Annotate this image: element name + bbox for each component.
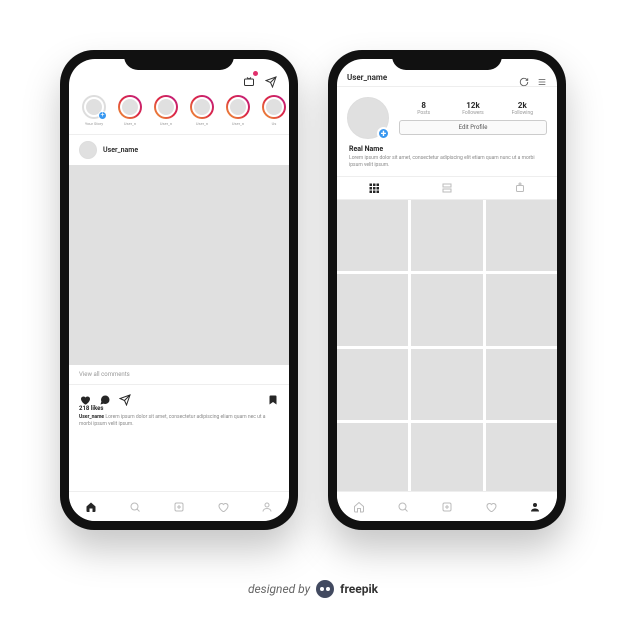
grid-post[interactable] xyxy=(486,274,557,345)
stat-label: Followers xyxy=(448,110,497,116)
share-icon[interactable] xyxy=(119,391,131,403)
grid-post[interactable] xyxy=(486,349,557,420)
bottom-tabbar xyxy=(69,491,289,521)
stat-number: 12k xyxy=(448,101,497,110)
story-label: User_n xyxy=(160,121,172,126)
stat-label: Following xyxy=(498,110,547,116)
profile-username[interactable]: User_name xyxy=(347,73,511,82)
phone-feed: + Your Story User_n User_n User_n xyxy=(60,50,298,530)
bookmark-icon[interactable] xyxy=(267,391,279,403)
phone-profile: User_name + 8 Posts 12k xyxy=(328,50,566,530)
grid-post[interactable] xyxy=(411,423,482,494)
plus-icon: + xyxy=(377,127,390,140)
story-label: Us xyxy=(272,121,277,126)
avatar[interactable] xyxy=(79,141,97,159)
tab-tagged[interactable] xyxy=(484,177,557,199)
stories-tray: + Your Story User_n User_n User_n xyxy=(69,89,289,135)
tab-grid[interactable] xyxy=(337,177,410,199)
grid-post[interactable] xyxy=(337,200,408,271)
tab-home[interactable] xyxy=(69,492,113,521)
story-item[interactable]: User_n xyxy=(115,95,145,126)
tab-activity[interactable] xyxy=(201,492,245,521)
profile-bio: Real Name Lorem ipsum dolor sit amet, co… xyxy=(337,145,557,176)
attribution-brand: freepik xyxy=(340,582,378,596)
tab-search[interactable] xyxy=(113,492,157,521)
comment-icon[interactable] xyxy=(99,391,111,403)
caption-text: Lorem ipsum dolor sit amet, consectetur … xyxy=(79,414,266,427)
grid-post[interactable] xyxy=(486,200,557,271)
profile-real-name: Real Name xyxy=(349,145,545,153)
tab-home[interactable] xyxy=(337,492,381,521)
stat-followers[interactable]: 12k Followers xyxy=(448,101,497,116)
post-header: User_name xyxy=(69,135,289,165)
profile-avatar[interactable]: + xyxy=(347,97,389,139)
tab-search[interactable] xyxy=(381,492,425,521)
profile-tabs xyxy=(337,176,557,200)
stat-posts[interactable]: 8 Posts xyxy=(399,101,448,116)
stat-number: 8 xyxy=(399,101,448,110)
profile-bio-text: Lorem ipsum dolor sit amet, consectetur … xyxy=(349,155,545,168)
stat-label: Posts xyxy=(399,110,448,116)
attribution-prefix: designed by xyxy=(248,582,310,596)
story-item[interactable]: User_n xyxy=(187,95,217,126)
story-label: User_n xyxy=(124,121,136,126)
feed-screen: + Your Story User_n User_n User_n xyxy=(69,59,289,521)
tv-icon[interactable] xyxy=(243,73,255,85)
send-icon[interactable] xyxy=(265,73,277,85)
edit-profile-button[interactable]: Edit Profile xyxy=(399,120,547,135)
freepik-logo-icon xyxy=(316,580,334,598)
menu-icon[interactable] xyxy=(537,72,547,82)
grid-post[interactable] xyxy=(486,423,557,494)
story-label: User_n xyxy=(232,121,244,126)
tab-feed-view[interactable] xyxy=(410,177,483,199)
notification-dot-icon xyxy=(253,71,258,76)
tab-activity[interactable] xyxy=(469,492,513,521)
bottom-tabbar xyxy=(337,491,557,521)
caption-username[interactable]: User_name xyxy=(79,414,104,420)
stat-number: 2k xyxy=(498,101,547,110)
profile-stats: 8 Posts 12k Followers 2k Following Edit … xyxy=(399,101,547,135)
post-image[interactable] xyxy=(69,165,289,365)
profile-screen: User_name + 8 Posts 12k xyxy=(337,59,557,521)
grid-post[interactable] xyxy=(411,200,482,271)
story-item[interactable]: User_n xyxy=(151,95,181,126)
heart-icon[interactable] xyxy=(79,391,91,403)
tab-add[interactable] xyxy=(157,492,201,521)
grid-post[interactable] xyxy=(411,274,482,345)
story-label: User_n xyxy=(196,121,208,126)
story-label: Your Story xyxy=(85,121,103,126)
profile-top: + 8 Posts 12k Followers 2k xyxy=(337,87,557,145)
tab-add[interactable] xyxy=(425,492,469,521)
view-comments-link[interactable]: View all comments xyxy=(69,365,289,384)
story-item[interactable]: Us xyxy=(259,95,289,126)
grid-post[interactable] xyxy=(337,274,408,345)
phone-notch xyxy=(124,50,234,70)
phone-notch xyxy=(392,50,502,70)
post-actions xyxy=(69,384,289,405)
plus-icon: + xyxy=(98,111,107,120)
post-caption: User_name Lorem ipsum dolor sit amet, co… xyxy=(69,412,289,433)
tab-profile[interactable] xyxy=(245,492,289,521)
story-item[interactable]: User_n xyxy=(223,95,253,126)
likes-count[interactable]: 218 likes xyxy=(69,405,289,412)
attribution: designed by freepik xyxy=(0,580,626,598)
post-username[interactable]: User_name xyxy=(103,146,138,154)
posts-grid xyxy=(337,200,557,494)
grid-post[interactable] xyxy=(411,349,482,420)
story-self[interactable]: + Your Story xyxy=(79,95,109,126)
refresh-icon[interactable] xyxy=(519,72,529,82)
grid-post[interactable] xyxy=(337,349,408,420)
stat-following[interactable]: 2k Following xyxy=(498,101,547,116)
grid-post[interactable] xyxy=(337,423,408,494)
tab-profile[interactable] xyxy=(513,492,557,521)
